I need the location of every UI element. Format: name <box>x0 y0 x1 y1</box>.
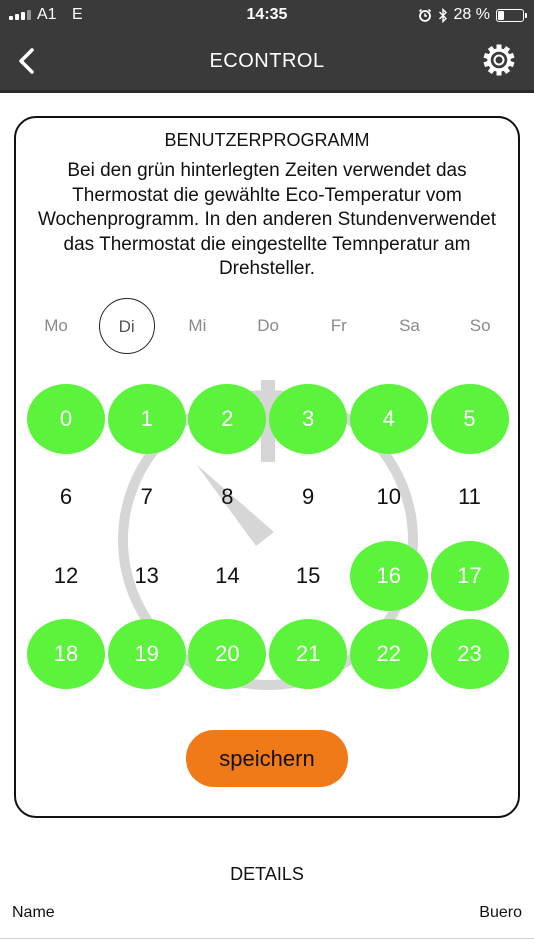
hour-0[interactable]: 0 <box>27 384 105 454</box>
page-title: ECONTROL <box>209 50 325 72</box>
hour-16[interactable]: 16 <box>349 540 428 611</box>
alarm-icon <box>418 8 431 22</box>
hour-10[interactable]: 10 <box>350 462 428 532</box>
status-bar: A1 E 14:35 28 % <box>0 0 534 32</box>
hour-20[interactable]: 20 <box>188 618 267 689</box>
hour-13[interactable]: 13 <box>108 541 186 611</box>
card-description: Bei den grün hinterlegten Zeiten verwend… <box>37 160 497 279</box>
hour-11[interactable]: 11 <box>431 462 509 532</box>
hour-9[interactable]: 9 <box>269 462 347 532</box>
hour-23[interactable]: 23 <box>430 618 509 689</box>
gear-icon[interactable] <box>482 43 516 77</box>
header-divider <box>0 90 534 93</box>
card-heading: BENUTZERPROGRAMM <box>164 130 370 150</box>
top-bar: A1 E 14:35 28 % ECONTROL <box>0 0 534 93</box>
hour-6[interactable]: 6 <box>27 462 105 532</box>
name-value[interactable]: Buero <box>479 904 522 922</box>
day-do[interactable]: Do <box>240 298 296 354</box>
day-mi[interactable]: Mi <box>169 298 225 354</box>
hour-4[interactable]: 4 <box>349 384 428 454</box>
hour-17[interactable]: 17 <box>430 540 509 611</box>
hour-3[interactable]: 3 <box>269 384 348 454</box>
hour-1[interactable]: 1 <box>107 384 186 454</box>
hour-18[interactable]: 18 <box>27 618 105 689</box>
hour-14[interactable]: 14 <box>188 541 266 611</box>
hour-7[interactable]: 7 <box>108 462 186 532</box>
hour-2[interactable]: 2 <box>188 384 267 454</box>
battery-icon <box>496 8 527 22</box>
day-so[interactable]: So <box>452 298 508 354</box>
save-button[interactable]: speichern <box>186 730 348 787</box>
hour-12[interactable]: 12 <box>27 541 105 611</box>
day-mo[interactable]: Mo <box>28 298 84 354</box>
user-program-card: BENUTZERPROGRAMM Bei den grün hinterlegt… <box>14 116 520 818</box>
name-label: Name <box>12 904 55 921</box>
day-sa[interactable]: Sa <box>382 298 438 354</box>
details-divider <box>0 938 534 939</box>
hour-22[interactable]: 22 <box>349 618 428 689</box>
details-heading: DETAILS <box>230 864 304 884</box>
bluetooth-icon <box>438 7 447 23</box>
hour-15[interactable]: 15 <box>269 541 347 611</box>
battery-percent: 28 % <box>453 6 490 23</box>
hour-5[interactable]: 5 <box>430 384 509 454</box>
day-fr[interactable]: Fr <box>311 298 367 354</box>
weekday-selector: Mo Di Mi Do Fr Sa So <box>16 298 518 354</box>
navigation-bar: ECONTROL <box>0 32 534 90</box>
hour-21[interactable]: 21 <box>269 618 348 689</box>
day-di[interactable]: Di <box>98 298 155 354</box>
hour-19[interactable]: 19 <box>107 618 186 689</box>
